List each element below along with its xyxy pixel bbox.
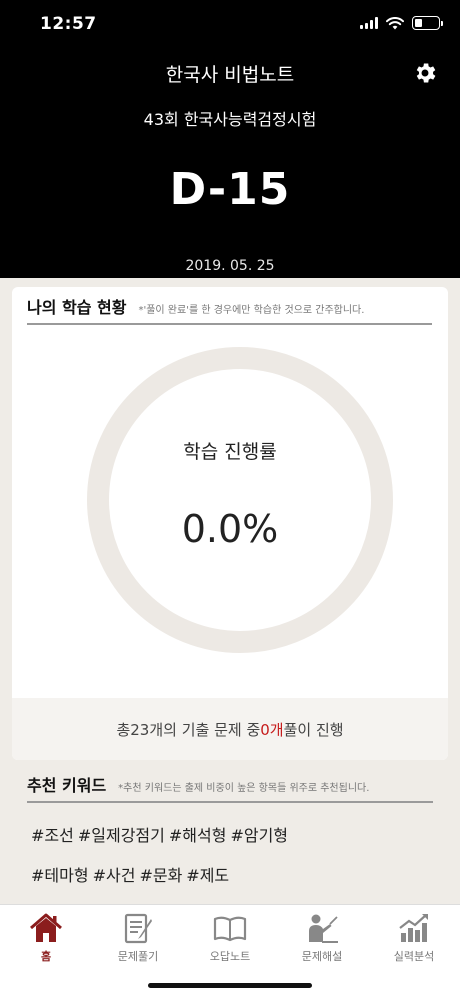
tab-label: 문제풀기	[117, 950, 159, 963]
keyword-row-2: #테마형 #사건 #문화 #제도	[31, 862, 229, 886]
progress-section-note: *'풀이 완료'를 한 경우에만 학습한 것으로 간주합니다.	[138, 305, 365, 316]
progress-ring-value: 0.0%	[181, 507, 279, 551]
tab-solve[interactable]: 문제풀기	[92, 905, 184, 969]
teacher-icon	[309, 914, 338, 943]
keyword-tag[interactable]: #문화	[139, 862, 182, 886]
keyword-tag[interactable]: #제도	[186, 862, 229, 886]
tab-label: 오답노트	[209, 950, 251, 963]
tab-label: 홈	[40, 950, 52, 963]
wifi-icon	[386, 16, 404, 29]
summary-prefix: 총	[116, 720, 131, 739]
keyword-tag[interactable]: #암기형	[230, 822, 288, 846]
keyword-tag[interactable]: #테마형	[31, 862, 89, 886]
progress-summary: 총 23개 의 기출 문제 중 0개 풀이 진행	[12, 698, 448, 760]
signal-icon	[360, 17, 378, 29]
progress-ring	[87, 347, 393, 653]
progress-ring-label: 학습 진행률	[183, 441, 277, 463]
tab-label: 실력분석	[393, 950, 435, 963]
gear-icon[interactable]	[412, 60, 438, 86]
progress-card: 나의 학습 현황 *'풀이 완료'를 한 경우에만 학습한 것으로 간주합니다.…	[12, 287, 448, 760]
notepad-pencil-icon	[124, 913, 152, 944]
battery-icon	[412, 16, 443, 30]
tab-home[interactable]: 홈	[0, 905, 92, 969]
progress-section-header: 나의 학습 현황 *'풀이 완료'를 한 경우에만 학습한 것으로 간주합니다.	[27, 297, 432, 325]
keyword-tag[interactable]: #해석형	[169, 822, 227, 846]
open-book-icon	[213, 916, 247, 942]
d-day-counter: D-15	[169, 164, 291, 215]
exam-date: 2019. 05. 25	[185, 258, 275, 274]
tab-label: 문제해설	[301, 950, 343, 963]
home-icon	[30, 913, 62, 942]
tab-analysis[interactable]: 실력분석	[368, 905, 460, 969]
bar-chart-icon	[399, 914, 428, 942]
header: 12:57 한국사 비법노트 43회 한국사능력검정시험 D-15 2019. …	[0, 0, 460, 278]
tab-bar: 홈 문제풀기 오답노트 문제해설 실력분석	[0, 904, 460, 996]
summary-done-count: 0개	[260, 720, 284, 739]
status-time: 12:57	[40, 14, 97, 34]
keyword-tag[interactable]: #일제강점기	[78, 822, 165, 846]
summary-middle: 의 기출 문제 중	[163, 720, 261, 739]
keyword-section-note: *추천 키워드는 출제 비중이 높은 항목들 위주로 추천됩니다.	[118, 783, 370, 794]
keyword-section-header: 추천 키워드 *추천 키워드는 출제 비중이 높은 항목들 위주로 추천됩니다.	[27, 776, 433, 803]
tab-wrong-notes[interactable]: 오답노트	[184, 905, 276, 969]
home-indicator[interactable]	[148, 983, 312, 988]
keyword-tag[interactable]: #조선	[31, 822, 74, 846]
summary-suffix: 풀이 진행	[283, 720, 344, 739]
keyword-section-title: 추천 키워드	[27, 776, 107, 795]
exam-name: 43회 한국사능력검정시험	[143, 110, 317, 129]
progress-section-title: 나의 학습 현황	[27, 298, 127, 317]
keyword-row-1: #조선 #일제강점기 #해석형 #암기형	[31, 822, 288, 846]
status-icons	[360, 16, 443, 30]
tab-explanation[interactable]: 문제해설	[276, 905, 368, 969]
app-title: 한국사 비법노트	[165, 64, 295, 86]
summary-total: 23개	[130, 720, 164, 739]
keyword-tag[interactable]: #사건	[93, 862, 136, 886]
